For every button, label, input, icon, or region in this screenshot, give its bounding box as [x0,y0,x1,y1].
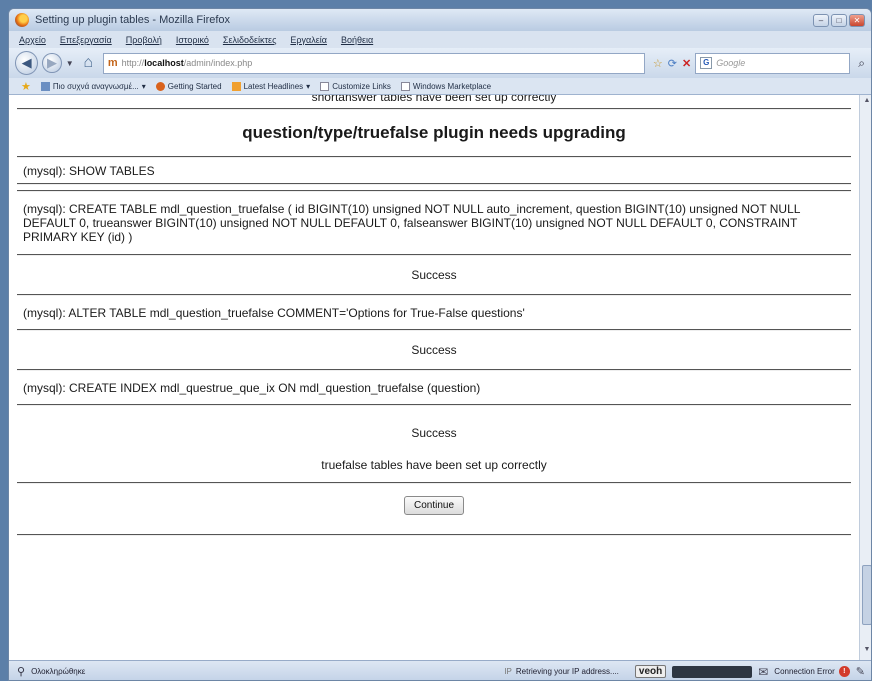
search-bar[interactable]: G Google [695,52,851,74]
sql-statement: (mysql): CREATE TABLE mdl_question_truef… [23,202,800,244]
sql-statement: (mysql): SHOW TABLES [23,164,155,178]
favorites-star-icon[interactable]: ★ [21,80,31,93]
ip-status-text: Retrieving your IP address.... [515,667,619,676]
menu-history[interactable]: Ιστορικό [176,35,209,45]
bookmarks-toolbar: ★ Πιο συχνά αναγνωσμέ... ▾ Getting Start… [9,78,871,95]
menu-file[interactable]: Αρχείο [19,35,46,45]
maximize-button[interactable]: □ [831,13,847,27]
page-content: shortanswer tables have been set up corr… [9,95,859,536]
page-viewport: shortanswer tables have been set up corr… [9,95,859,660]
bookmark-label: Getting Started [167,81,222,91]
reload-icon[interactable]: ⟳ [668,57,677,70]
previous-status-text: shortanswer tables have been set up corr… [311,95,557,104]
moodle-favicon-icon: m [107,57,118,69]
sql-statement: (mysql): ALTER TABLE mdl_question_truefa… [23,306,525,320]
menu-edit[interactable]: Επεξεργασία [60,35,112,45]
veoh-button[interactable]: veoh [634,665,667,678]
status-left: ⚲ Ολοκληρώθηκε [17,665,498,678]
forward-arrow-icon: ▶ [46,55,57,70]
firefox-icon [15,13,29,27]
continue-button[interactable]: Continue [403,495,465,515]
back-button[interactable]: ◀ [15,51,39,75]
google-engine-icon[interactable]: G [700,57,713,69]
url-path: /admin/index.php [183,58,253,68]
minimize-button[interactable]: – [813,13,829,27]
title-bar: Setting up plugin tables - Mozilla Firef… [9,9,871,31]
menu-view[interactable]: Προβολή [126,35,162,45]
divider [17,534,851,536]
page-icon [400,81,410,91]
stop-icon[interactable]: ✕ [682,57,691,70]
browser-window: Setting up plugin tables - Mozilla Firef… [8,8,872,681]
connection-status[interactable]: Connection Error ! [774,666,850,677]
url-prefix: http:// [121,58,145,68]
close-button[interactable]: ✕ [849,13,865,27]
menu-tools[interactable]: Εργαλεία [290,35,327,45]
scroll-up-icon[interactable]: ▲ [860,97,871,109]
bookmark-customize-links[interactable]: Customize Links [320,81,391,91]
veoh-progress [672,665,753,678]
status-bar: ⚲ Ολοκληρώθηκε IP Retrieving your IP add… [9,660,871,680]
window-title: Setting up plugin tables - Mozilla Firef… [35,14,231,26]
magnifier-icon: ⚲ [17,666,26,678]
success-message: Success [411,343,457,357]
home-button[interactable]: ⌂ [78,54,99,72]
forward-button[interactable]: ▶ [42,53,62,73]
rss-icon [231,81,241,91]
navigation-toolbar: ◀ ▶ ▼ ⌂ m http://localhost/admin/index.p… [9,48,871,78]
sql-statement: (mysql): CREATE INDEX mdl_questrue_que_i… [23,381,481,395]
vertical-scrollbar[interactable]: ▲ ▼ [859,95,871,660]
url-tools: ☆ ⟳ ✕ [653,57,691,70]
menu-bookmarks[interactable]: Σελιδοδείκτες [223,35,277,45]
status-text: Ολοκληρώθηκε [31,667,86,676]
firefox-icon [155,81,165,91]
divider [17,183,851,185]
bookmark-label: Πιο συχνά αναγνωσμέ... [52,81,139,91]
search-placeholder: Google [716,58,746,68]
bookmark-most-visited[interactable]: Πιο συχνά αναγνωσμέ... ▾ [40,81,146,91]
bookmark-latest-headlines[interactable]: Latest Headlines ▾ [231,81,310,91]
bookmark-getting-started[interactable]: Getting Started [155,81,222,91]
continue-row: Continue [9,484,859,526]
history-dropdown-icon[interactable]: ▼ [66,59,74,68]
scroll-down-icon[interactable]: ▼ [860,646,871,658]
connection-status-text: Connection Error [774,667,835,676]
menu-bar: Αρχείο Επεξεργασία Προβολή Ιστορικό Σελι… [9,31,871,48]
mail-icon[interactable]: ✉ [758,665,768,679]
bookmark-windows-marketplace[interactable]: Windows Marketplace [400,81,492,91]
most-visited-icon [40,81,50,91]
back-arrow-icon: ◀ [21,55,32,70]
url-host: localhost [144,58,184,68]
search-icon[interactable]: ⌕ [858,56,865,71]
success-message: Success [411,268,457,282]
bookmark-star-icon[interactable]: ☆ [653,57,663,70]
ip-status: IP Retrieving your IP address.... [504,667,619,676]
success-message: Success [411,426,457,440]
page-heading: question/type/truefalse plugin needs upg… [242,123,626,142]
tools-icon[interactable]: ✎ [856,665,865,678]
bookmark-label: Customize Links [332,81,391,91]
bookmark-label: Windows Marketplace [412,81,492,91]
window-controls: – □ ✕ [813,13,865,27]
menu-help[interactable]: Βοήθεια [341,35,373,45]
scroll-thumb[interactable] [862,565,871,625]
bookmark-label: Latest Headlines [243,81,304,91]
page-icon [320,81,330,91]
url-bar[interactable]: m http://localhost/admin/index.php [102,52,645,74]
completion-message: truefalse tables have been set up correc… [321,458,547,472]
ip-addon-icon: IP [504,667,512,676]
error-icon: ! [838,666,850,677]
